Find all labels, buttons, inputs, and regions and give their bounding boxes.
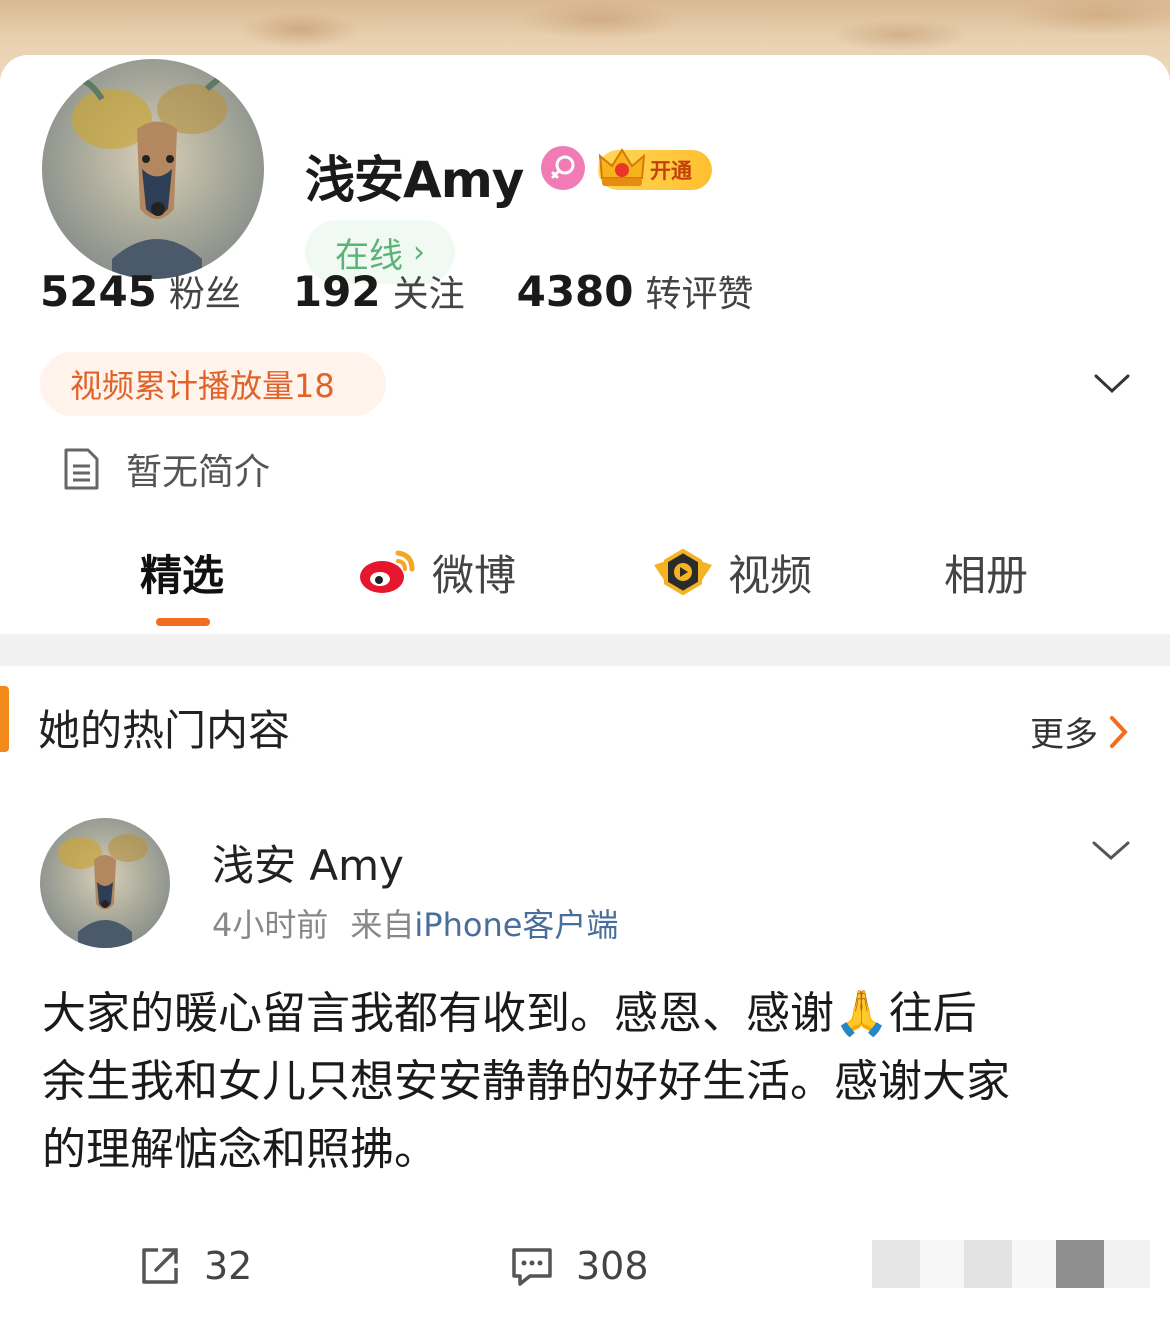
bio-row: 暂无简介: [62, 443, 270, 495]
repost-count: 32: [204, 1244, 253, 1288]
post-time: 4小时前: [212, 906, 329, 944]
female-gender-icon: [541, 146, 585, 190]
vip-open-button[interactable]: 开通: [598, 148, 712, 190]
tab-label: 精选: [140, 550, 225, 600]
stat-following[interactable]: 192 关注: [293, 265, 465, 317]
tab-album[interactable]: 相册: [944, 540, 1028, 604]
section-title: 她的热门内容: [38, 706, 291, 755]
profile-avatar[interactable]: [38, 55, 268, 283]
stat-value: 192: [292, 267, 381, 316]
tab-label: 视频: [728, 550, 813, 600]
more-label: 更多: [1030, 715, 1098, 755]
document-icon: [64, 448, 99, 490]
repost-button[interactable]: 32: [138, 1244, 252, 1288]
comment-icon: [512, 1248, 552, 1286]
video-channel-icon: [654, 548, 712, 596]
tab-weibo[interactable]: 微博: [358, 540, 516, 604]
stat-label: 转评赞: [645, 274, 754, 315]
comment-button[interactable]: 308: [510, 1244, 649, 1288]
chevron-right-icon: [1110, 715, 1128, 748]
comment-count: 308: [576, 1244, 649, 1288]
chevron-down-icon[interactable]: [1092, 840, 1130, 862]
stat-label: 粉丝: [168, 274, 241, 315]
stat-interactions[interactable]: 4380 转评赞: [517, 265, 754, 317]
like-area-blurred: [872, 1240, 1162, 1288]
profile-stats: 5245 粉丝 192 关注 4380 转评赞: [40, 265, 806, 325]
post-body-line: 的理解惦念和照拂。: [42, 1124, 438, 1175]
stat-value: 5245: [40, 267, 157, 316]
tab-featured[interactable]: 精选: [140, 540, 224, 604]
section-divider: [0, 634, 1170, 666]
bio-text: 暂无简介: [126, 452, 271, 493]
section-accent-bar: [0, 686, 9, 752]
post-source-client[interactable]: iPhone客户端: [414, 900, 618, 946]
post-source-prefix: 来自: [350, 906, 415, 944]
profile-card: 浅安Amy 开通 在线 › 5245 粉丝 192 关注 4380 转评赞 视频…: [0, 55, 1170, 1318]
post-body-line: 大家的暖心留言我都有收到。感恩、感谢🙏往后: [42, 988, 977, 1039]
tab-video[interactable]: 视频: [652, 540, 812, 604]
video-play-count-chip[interactable]: 视频累计播放量18: [40, 352, 386, 416]
post-author-avatar[interactable]: [40, 818, 170, 948]
stat-value: 4380: [516, 267, 634, 316]
share-icon: [142, 1248, 178, 1284]
vip-label: 开通: [650, 159, 692, 183]
tab-label: 相册: [944, 550, 1029, 600]
chevron-down-icon[interactable]: [1094, 373, 1130, 395]
active-tab-indicator: [156, 618, 210, 626]
stat-followers[interactable]: 5245 粉丝: [40, 265, 241, 317]
post-body-line: 余生我和女儿只想安安静静的好好生活。感谢大家: [42, 1056, 1010, 1107]
post-author-name[interactable]: 浅安 Amy: [212, 832, 404, 893]
post-body[interactable]: 大家的暖心留言我都有收到。感恩、感谢🙏往后 余生我和女儿只想安安静静的好好生活。…: [42, 980, 1132, 1184]
stat-label: 关注: [392, 274, 465, 315]
weibo-icon: [360, 550, 415, 593]
more-link[interactable]: 更多: [1030, 707, 1130, 756]
profile-name: 浅安Amy: [305, 151, 524, 209]
crown-icon: [598, 148, 646, 186]
post-meta: 4小时前 来自 iPhone客户端: [212, 900, 618, 946]
tab-label: 微博: [432, 550, 517, 600]
